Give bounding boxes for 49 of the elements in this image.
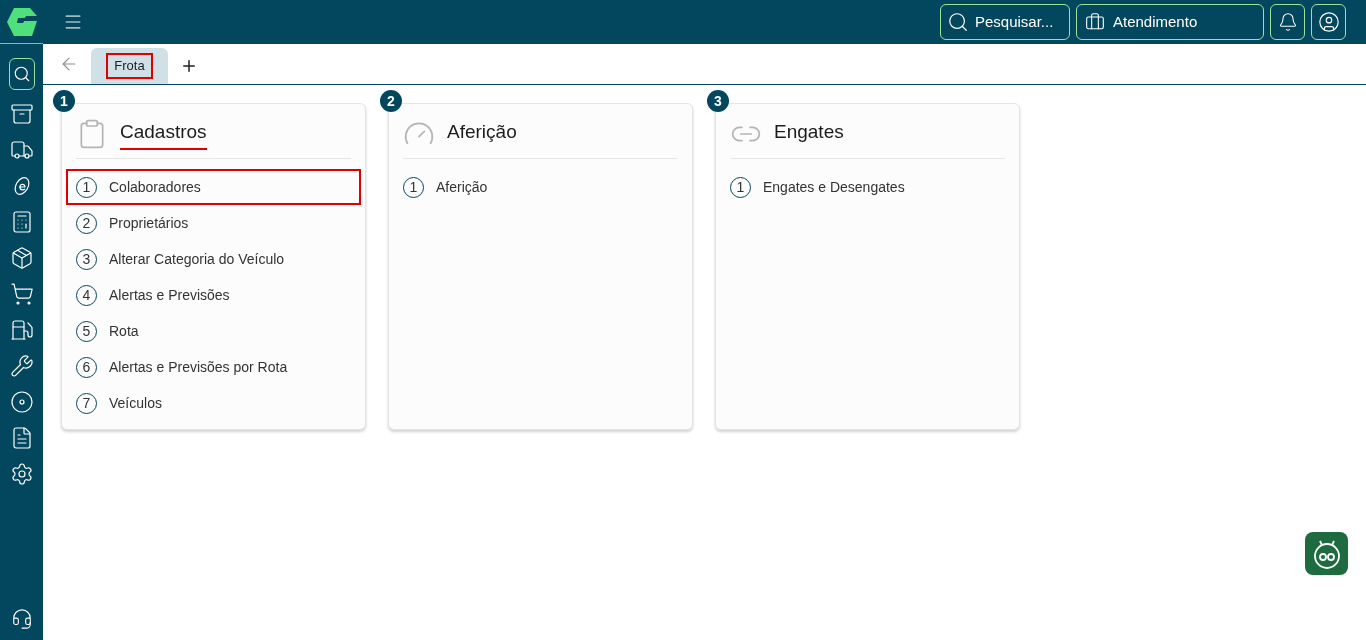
menu-item[interactable]: 6 Alertas e Previsões por Rota [66,349,361,385]
item-label: Rota [109,321,139,341]
user-icon [1317,11,1340,33]
support-icon[interactable] [10,608,33,630]
logo-icon [5,6,38,37]
box-icon[interactable] [9,246,34,270]
menu-item[interactable]: 4 Alertas e Previsões [66,277,361,313]
item-label: Alterar Categoria do Veículo [109,249,285,269]
item-label: Alertas e Previsões por Rota [109,357,288,377]
menu-item[interactable]: 7 Veículos [66,385,361,421]
tire-icon[interactable] [9,390,34,414]
notifications-button[interactable] [1270,4,1305,40]
search-button[interactable] [8,58,35,90]
search-icon [12,65,31,83]
item-label: Veículos [109,393,162,413]
search-button[interactable]: Pesquisar... [940,4,1070,40]
number-badge: 2 [380,90,402,112]
truck-icon[interactable] [9,138,34,162]
menu-item[interactable]: 2 Proprietários [66,205,361,241]
item-label: Colaboradores [109,177,201,197]
card-title: Cadastros [120,117,207,151]
card-title: Aferição [447,119,517,144]
profile-button[interactable] [1311,4,1346,40]
item-label: Alertas e Previsões [109,285,230,305]
search-icon [947,11,969,33]
assistant-robot-button[interactable] [1305,532,1348,575]
briefcase-icon [1085,12,1105,32]
item-label: Engates e Desengates [763,177,905,197]
menu-item[interactable]: 1 Colaboradores [66,169,361,205]
card-title: Engates [774,119,844,144]
menu-item[interactable]: 5 Rota [66,313,361,349]
tab-label: Frota [106,53,153,79]
archive-icon[interactable] [9,102,34,126]
menu-item[interactable]: 1 Engates e Desengates [720,169,1015,205]
number-badge: 3 [707,90,729,112]
cart-icon[interactable] [9,282,34,306]
bell-icon [1277,12,1298,32]
fuel-pump-icon[interactable] [9,318,34,342]
number-badge: 1 [53,90,75,112]
tools-icon[interactable] [9,354,34,378]
add-tab-icon[interactable] [180,57,198,75]
tab[interactable]: Frota [91,48,168,84]
menu-item[interactable]: 1 Aferição [393,169,688,205]
item-label: Proprietários [109,213,189,233]
menu-item[interactable]: 3 Alterar Categoria do Veículo [66,241,361,277]
menu-icon[interactable] [63,12,83,32]
service-button[interactable]: Atendimento [1076,4,1264,40]
item-label: Aferição [436,177,488,197]
settings-icon[interactable] [9,462,34,486]
